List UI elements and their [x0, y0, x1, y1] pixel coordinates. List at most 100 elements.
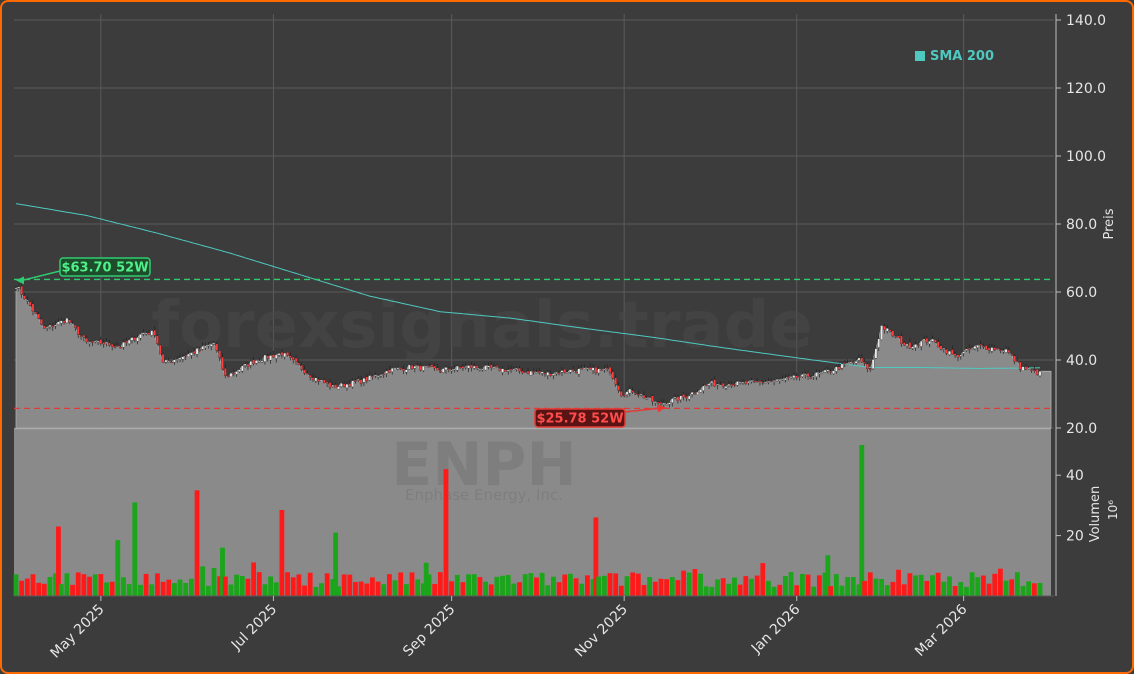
volume-bar — [981, 575, 986, 596]
candle-body — [948, 350, 951, 355]
volume-bar — [1037, 582, 1043, 596]
volume-bar — [109, 581, 115, 596]
volume-bar — [1003, 580, 1009, 596]
volume-bar — [647, 577, 653, 596]
candle-body — [628, 388, 632, 394]
candle-body — [413, 365, 417, 369]
candle-body — [704, 384, 708, 387]
volume-bar — [75, 572, 81, 596]
volume-bar — [290, 577, 296, 596]
volume-bar — [98, 574, 104, 596]
candle-body — [291, 356, 295, 360]
candle-body — [88, 342, 91, 344]
candle-body — [781, 379, 784, 381]
volume-bar — [1014, 572, 1020, 596]
volume-bar — [828, 586, 834, 596]
volume-bar — [471, 574, 477, 596]
volume-bar — [771, 586, 777, 596]
volume-bar — [585, 575, 590, 596]
volume-bar — [296, 574, 302, 596]
candle-body — [687, 395, 691, 400]
candle-body — [241, 365, 244, 372]
volume-bar — [545, 585, 551, 596]
candle-body — [866, 363, 869, 370]
volume-bar — [879, 579, 884, 596]
volume-bar — [87, 576, 92, 596]
candle-body — [159, 344, 162, 355]
candle-body — [767, 381, 770, 383]
volume-bar — [58, 584, 64, 596]
volume-bar — [488, 584, 494, 596]
candle-body — [1018, 361, 1022, 370]
candle-body — [549, 373, 552, 376]
price-tick-label: 20.0 — [1066, 421, 1097, 437]
volume-bar — [375, 581, 381, 596]
candle-body — [721, 383, 725, 387]
volume-bar — [556, 582, 562, 596]
candle-body — [419, 365, 422, 371]
candle-body — [535, 372, 538, 374]
candle-body — [976, 345, 980, 348]
volume-bar — [534, 577, 539, 596]
candle-body — [306, 372, 309, 375]
candle-body — [917, 344, 920, 346]
candle-body — [854, 361, 858, 364]
candle-body — [911, 346, 914, 349]
candle-body — [192, 351, 196, 354]
candle-body — [642, 395, 646, 399]
candle-body — [243, 363, 247, 366]
candle-body — [835, 366, 838, 372]
candle-body — [303, 369, 306, 374]
volume-bar — [138, 584, 143, 596]
volume-bar — [81, 574, 87, 596]
candle-body — [130, 337, 134, 341]
candle-body — [212, 342, 216, 345]
volume-bar — [799, 573, 805, 596]
candle-body — [775, 379, 779, 381]
volume-bar — [658, 578, 664, 596]
volume-bar — [149, 584, 155, 596]
candle-body — [373, 374, 377, 377]
volume-bar — [952, 585, 958, 596]
candle-body — [65, 318, 69, 324]
candle-body — [939, 345, 943, 350]
candle-body — [105, 341, 108, 344]
candle-body — [144, 333, 148, 335]
candle-body — [484, 365, 487, 371]
volume-bar — [528, 573, 534, 596]
low-label: $25.78 52W — [536, 412, 623, 427]
volume-bar — [347, 574, 353, 596]
candle-body — [62, 320, 66, 324]
candle-body — [679, 395, 683, 400]
candle-body — [758, 380, 762, 382]
volume-bar — [794, 585, 800, 596]
candle-body — [594, 367, 598, 373]
candle-body — [710, 380, 714, 383]
price-tick-label: 100.0 — [1066, 149, 1106, 165]
volume-bar — [811, 586, 817, 596]
volume-bar — [958, 582, 964, 596]
candle-body — [877, 338, 881, 348]
candle-body — [340, 383, 343, 387]
volume-bar — [913, 575, 918, 596]
volume-bar — [692, 569, 698, 596]
volume-bar — [70, 584, 75, 596]
volume-bar — [460, 582, 466, 596]
volume-bar — [398, 572, 404, 596]
candle-body — [840, 363, 844, 369]
candle-body — [577, 368, 581, 375]
volume-bar — [443, 469, 449, 596]
candle-body — [258, 360, 261, 363]
candle-body — [699, 389, 702, 393]
candle-body — [379, 374, 383, 377]
candle-body — [696, 391, 699, 395]
candle-body — [54, 324, 57, 327]
candle-body — [71, 323, 74, 325]
volume-bar — [839, 585, 845, 596]
volume-bar — [268, 576, 273, 596]
volume-bar — [573, 578, 579, 596]
volume-bar — [901, 584, 907, 596]
volume-bar — [415, 579, 421, 596]
candle-body — [337, 386, 340, 390]
candle-body — [506, 369, 510, 372]
